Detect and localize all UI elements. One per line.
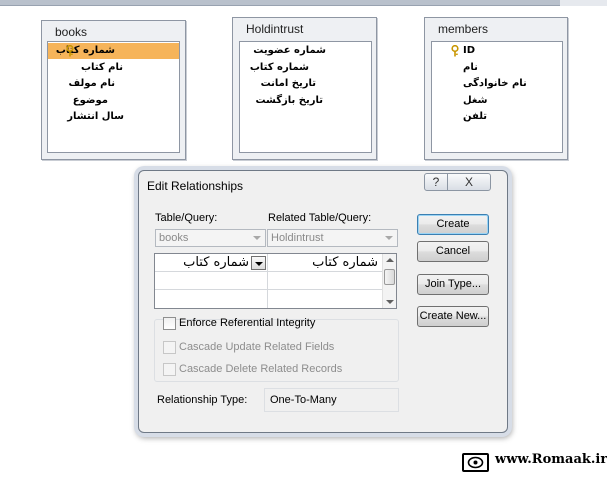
grid-cell-left[interactable]: [155, 290, 268, 308]
grid-cell-value: شماره کتاب: [312, 255, 378, 270]
watermark-text: www.Romaak.ir: [495, 452, 607, 467]
cascade-update-checkbox: [163, 341, 176, 354]
edit-relationships-dialog: Edit Relationships ? X Table/Query: Rela…: [138, 170, 508, 433]
create-new-button[interactable]: Create New...: [417, 306, 489, 327]
scroll-up-icon[interactable]: [386, 258, 394, 262]
field-item[interactable]: شماره کتاب: [250, 60, 309, 76]
field-item[interactable]: تلفن: [463, 109, 487, 125]
grid-cell-left[interactable]: [155, 272, 268, 290]
table-title[interactable]: members: [438, 22, 488, 36]
combo-value: books: [159, 232, 189, 244]
join-type-button[interactable]: Join Type...: [417, 274, 489, 295]
field-item[interactable]: نام کتاب: [81, 60, 123, 76]
logo-mark: [467, 456, 484, 469]
create-button[interactable]: Create: [417, 214, 489, 235]
chevron-down-icon: [253, 236, 261, 240]
table-holdintrust[interactable]: Holdintrust شماره عضویت شماره کتاب تاریخ…: [232, 17, 377, 160]
cascade-delete-checkbox: [163, 363, 176, 376]
field-item[interactable]: تاریخ امانت: [261, 76, 316, 92]
field-item[interactable]: تاریخ بازگشت: [255, 93, 323, 109]
logo-icon: [462, 453, 489, 472]
chevron-down-icon: [255, 262, 263, 266]
field-item[interactable]: موضوع: [73, 93, 108, 109]
field-item[interactable]: نام خانوادگی: [463, 76, 527, 92]
table-query-combo[interactable]: books: [155, 229, 266, 247]
table-title[interactable]: books: [55, 25, 87, 39]
table-books[interactable]: books شماره کتاب نام کتاب نام مولف موضوع…: [41, 20, 186, 160]
combo-value: Holdintrust: [271, 232, 324, 244]
table-title[interactable]: Holdintrust: [246, 22, 303, 36]
field-list[interactable]: ID نام نام خانوادگی شغل تلفن: [431, 41, 563, 153]
field-item[interactable]: نام: [463, 60, 478, 76]
grid-cell-right[interactable]: [268, 272, 383, 290]
cancel-button[interactable]: Cancel: [417, 241, 489, 262]
cascade-update-label: Cascade Update Related Fields: [179, 341, 335, 353]
field-item[interactable]: سال انتشار: [67, 109, 124, 125]
chevron-down-icon: [385, 236, 393, 240]
table-query-label: Table/Query:: [155, 212, 218, 224]
scroll-down-icon[interactable]: [386, 300, 394, 304]
cascade-delete-label: Cascade Delete Related Records: [179, 363, 343, 375]
window-top-bar-end: [560, 0, 607, 6]
grid-cell-value: شماره کتاب: [183, 255, 249, 270]
field-item[interactable]: ID: [463, 43, 475, 59]
field-item[interactable]: نام مولف: [69, 76, 115, 92]
grid-scrollbar[interactable]: [382, 254, 396, 308]
dialog-title: Edit Relationships: [147, 179, 244, 193]
enforce-integrity-label[interactable]: Enforce Referential Integrity: [179, 317, 315, 329]
primary-key-icon: [66, 45, 74, 57]
field-item[interactable]: شغل: [463, 93, 487, 109]
help-button[interactable]: ?: [424, 173, 448, 191]
scroll-thumb[interactable]: [384, 269, 395, 285]
related-table-query-combo[interactable]: Holdintrust: [267, 229, 398, 247]
table-members[interactable]: members ID نام نام خانوادگی شغل تلفن: [424, 17, 568, 160]
relationship-type-label: Relationship Type:: [157, 394, 248, 406]
related-table-query-label: Related Table/Query:: [268, 212, 372, 224]
close-button[interactable]: X: [447, 173, 491, 191]
relationship-type-value: One-To-Many: [264, 388, 399, 412]
field-list[interactable]: شماره کتاب نام کتاب نام مولف موضوع سال ا…: [47, 41, 180, 153]
window-top-bar: [0, 0, 607, 6]
enforce-integrity-checkbox[interactable]: [163, 317, 176, 330]
field-list[interactable]: شماره عضویت شماره کتاب تاریخ امانت تاریخ…: [239, 41, 372, 153]
primary-key-icon: [451, 45, 459, 57]
field-item[interactable]: شماره عضویت: [253, 43, 326, 59]
grid-cell-right[interactable]: شماره کتاب: [268, 254, 383, 272]
grid-cell-right[interactable]: [268, 290, 383, 308]
grid-dropdown-button[interactable]: [251, 256, 266, 270]
field-mapping-grid[interactable]: شماره کتاب شماره کتاب: [154, 253, 397, 309]
